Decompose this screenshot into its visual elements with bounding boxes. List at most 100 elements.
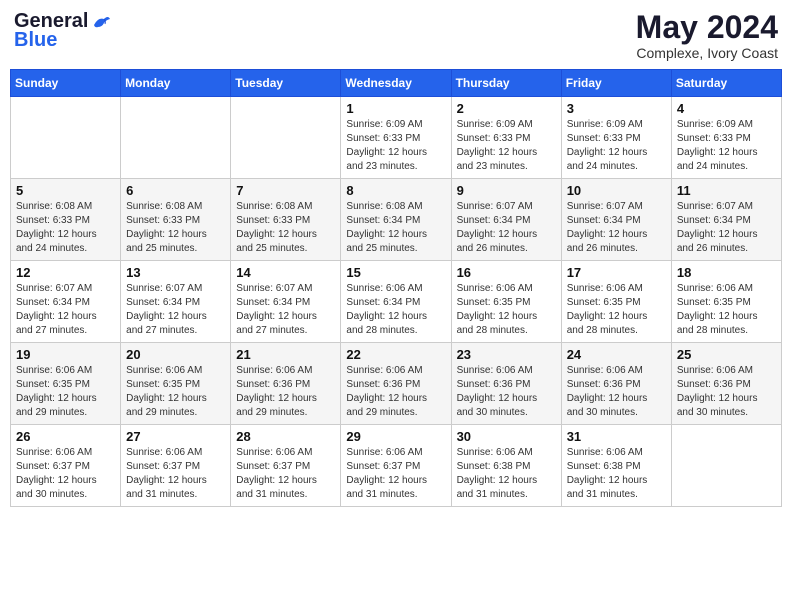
day-info: Sunrise: 6:06 AM Sunset: 6:35 PM Dayligh… bbox=[457, 282, 556, 338]
day-info: Sunrise: 6:06 AM Sunset: 6:37 PM Dayligh… bbox=[236, 446, 335, 502]
day-info: Sunrise: 6:06 AM Sunset: 6:36 PM Dayligh… bbox=[457, 364, 556, 420]
day-number: 22 bbox=[346, 347, 445, 362]
day-number: 3 bbox=[567, 101, 666, 116]
day-info: Sunrise: 6:06 AM Sunset: 6:35 PM Dayligh… bbox=[677, 282, 776, 338]
calendar-cell: 24 Sunrise: 6:06 AM Sunset: 6:36 PM Dayli… bbox=[561, 343, 671, 425]
day-number: 2 bbox=[457, 101, 556, 116]
calendar-cell: 14 Sunrise: 6:07 AM Sunset: 6:34 PM Dayli… bbox=[231, 261, 341, 343]
calendar-cell: 29 Sunrise: 6:06 AM Sunset: 6:37 PM Dayli… bbox=[341, 425, 451, 507]
calendar-cell: 30 Sunrise: 6:06 AM Sunset: 6:38 PM Dayli… bbox=[451, 425, 561, 507]
day-number: 1 bbox=[346, 101, 445, 116]
day-info: Sunrise: 6:09 AM Sunset: 6:33 PM Dayligh… bbox=[457, 118, 556, 174]
day-info: Sunrise: 6:07 AM Sunset: 6:34 PM Dayligh… bbox=[677, 200, 776, 256]
day-number: 6 bbox=[126, 183, 225, 198]
calendar-cell bbox=[231, 97, 341, 179]
day-info: Sunrise: 6:08 AM Sunset: 6:33 PM Dayligh… bbox=[16, 200, 115, 256]
day-info: Sunrise: 6:07 AM Sunset: 6:34 PM Dayligh… bbox=[236, 282, 335, 338]
day-info: Sunrise: 6:06 AM Sunset: 6:37 PM Dayligh… bbox=[346, 446, 445, 502]
calendar-cell: 23 Sunrise: 6:06 AM Sunset: 6:36 PM Dayli… bbox=[451, 343, 561, 425]
calendar-cell: 3 Sunrise: 6:09 AM Sunset: 6:33 PM Daylig… bbox=[561, 97, 671, 179]
location: Complexe, Ivory Coast bbox=[636, 45, 778, 61]
weekday-header-monday: Monday bbox=[121, 70, 231, 97]
calendar-cell: 21 Sunrise: 6:06 AM Sunset: 6:36 PM Dayli… bbox=[231, 343, 341, 425]
day-number: 16 bbox=[457, 265, 556, 280]
weekday-header-wednesday: Wednesday bbox=[341, 70, 451, 97]
weekday-header-tuesday: Tuesday bbox=[231, 70, 341, 97]
day-number: 4 bbox=[677, 101, 776, 116]
day-info: Sunrise: 6:08 AM Sunset: 6:33 PM Dayligh… bbox=[236, 200, 335, 256]
day-number: 18 bbox=[677, 265, 776, 280]
day-info: Sunrise: 6:06 AM Sunset: 6:36 PM Dayligh… bbox=[567, 364, 666, 420]
day-info: Sunrise: 6:06 AM Sunset: 6:36 PM Dayligh… bbox=[236, 364, 335, 420]
calendar-week-row: 19 Sunrise: 6:06 AM Sunset: 6:35 PM Dayli… bbox=[11, 343, 782, 425]
day-number: 25 bbox=[677, 347, 776, 362]
day-number: 27 bbox=[126, 429, 225, 444]
day-number: 29 bbox=[346, 429, 445, 444]
calendar-cell: 1 Sunrise: 6:09 AM Sunset: 6:33 PM Daylig… bbox=[341, 97, 451, 179]
day-info: Sunrise: 6:07 AM Sunset: 6:34 PM Dayligh… bbox=[567, 200, 666, 256]
day-number: 17 bbox=[567, 265, 666, 280]
logo-bird-icon bbox=[90, 11, 112, 33]
calendar-cell: 12Sunrise: 6:07 AM Sunset: 6:34 PM Dayli… bbox=[11, 261, 121, 343]
day-info: Sunrise: 6:06 AM Sunset: 6:38 PM Dayligh… bbox=[567, 446, 666, 502]
day-info: Sunrise: 6:06 AM Sunset: 6:37 PM Dayligh… bbox=[16, 446, 115, 502]
day-number: 21 bbox=[236, 347, 335, 362]
calendar-cell: 10 Sunrise: 6:07 AM Sunset: 6:34 PM Dayli… bbox=[561, 179, 671, 261]
day-number: 8 bbox=[346, 183, 445, 198]
day-number: 11 bbox=[677, 183, 776, 198]
day-info: Sunrise: 6:07 AM Sunset: 6:34 PM Dayligh… bbox=[457, 200, 556, 256]
day-number: 19 bbox=[16, 347, 115, 362]
calendar-cell: 26 Sunrise: 6:06 AM Sunset: 6:37 PM Dayli… bbox=[11, 425, 121, 507]
calendar-cell: 13 Sunrise: 6:07 AM Sunset: 6:34 PM Dayli… bbox=[121, 261, 231, 343]
day-number: 13 bbox=[126, 265, 225, 280]
weekday-header-thursday: Thursday bbox=[451, 70, 561, 97]
day-info: Sunrise: 6:09 AM Sunset: 6:33 PM Dayligh… bbox=[567, 118, 666, 174]
day-number: 9 bbox=[457, 183, 556, 198]
day-number: 26 bbox=[16, 429, 115, 444]
calendar-cell: 17Sunrise: 6:06 AM Sunset: 6:35 PM Dayli… bbox=[561, 261, 671, 343]
weekday-header-row: SundayMondayTuesdayWednesdayThursdayFrid… bbox=[11, 70, 782, 97]
title-block: May 2024 Complexe, Ivory Coast bbox=[636, 10, 778, 61]
calendar-cell: 25Sunrise: 6:06 AM Sunset: 6:36 PM Dayli… bbox=[671, 343, 781, 425]
day-info: Sunrise: 6:06 AM Sunset: 6:38 PM Dayligh… bbox=[457, 446, 556, 502]
calendar-cell: 4 Sunrise: 6:09 AM Sunset: 6:33 PM Daylig… bbox=[671, 97, 781, 179]
calendar-week-row: 26 Sunrise: 6:06 AM Sunset: 6:37 PM Dayli… bbox=[11, 425, 782, 507]
weekday-header-sunday: Sunday bbox=[11, 70, 121, 97]
calendar-cell: 8 Sunrise: 6:08 AM Sunset: 6:34 PM Daylig… bbox=[341, 179, 451, 261]
day-info: Sunrise: 6:06 AM Sunset: 6:35 PM Dayligh… bbox=[16, 364, 115, 420]
day-number: 7 bbox=[236, 183, 335, 198]
day-info: Sunrise: 6:06 AM Sunset: 6:34 PM Dayligh… bbox=[346, 282, 445, 338]
day-info: Sunrise: 6:07 AM Sunset: 6:34 PM Dayligh… bbox=[16, 282, 115, 338]
page-header: General Blue May 2024 Complexe, Ivory Co… bbox=[10, 10, 782, 61]
day-number: 14 bbox=[236, 265, 335, 280]
day-info: Sunrise: 6:09 AM Sunset: 6:33 PM Dayligh… bbox=[677, 118, 776, 174]
calendar-week-row: 12Sunrise: 6:07 AM Sunset: 6:34 PM Dayli… bbox=[11, 261, 782, 343]
calendar-cell: 16 Sunrise: 6:06 AM Sunset: 6:35 PM Dayli… bbox=[451, 261, 561, 343]
calendar-table: SundayMondayTuesdayWednesdayThursdayFrid… bbox=[10, 69, 782, 507]
day-number: 23 bbox=[457, 347, 556, 362]
day-info: Sunrise: 6:06 AM Sunset: 6:36 PM Dayligh… bbox=[346, 364, 445, 420]
month-title: May 2024 bbox=[636, 10, 778, 45]
calendar-cell: 31 Sunrise: 6:06 AM Sunset: 6:38 PM Dayli… bbox=[561, 425, 671, 507]
day-info: Sunrise: 6:08 AM Sunset: 6:34 PM Dayligh… bbox=[346, 200, 445, 256]
day-number: 24 bbox=[567, 347, 666, 362]
day-number: 10 bbox=[567, 183, 666, 198]
calendar-week-row: 1 Sunrise: 6:09 AM Sunset: 6:33 PM Daylig… bbox=[11, 97, 782, 179]
calendar-cell bbox=[11, 97, 121, 179]
calendar-cell: 6 Sunrise: 6:08 AM Sunset: 6:33 PM Daylig… bbox=[121, 179, 231, 261]
calendar-cell: 18 Sunrise: 6:06 AM Sunset: 6:35 PM Dayli… bbox=[671, 261, 781, 343]
day-info: Sunrise: 6:07 AM Sunset: 6:34 PM Dayligh… bbox=[126, 282, 225, 338]
calendar-cell: 2 Sunrise: 6:09 AM Sunset: 6:33 PM Daylig… bbox=[451, 97, 561, 179]
calendar-cell: 22 Sunrise: 6:06 AM Sunset: 6:36 PM Dayli… bbox=[341, 343, 451, 425]
calendar-week-row: 5Sunrise: 6:08 AM Sunset: 6:33 PM Daylig… bbox=[11, 179, 782, 261]
weekday-header-friday: Friday bbox=[561, 70, 671, 97]
calendar-cell: 7 Sunrise: 6:08 AM Sunset: 6:33 PM Daylig… bbox=[231, 179, 341, 261]
calendar-cell: 5Sunrise: 6:08 AM Sunset: 6:33 PM Daylig… bbox=[11, 179, 121, 261]
calendar-cell: 11 Sunrise: 6:07 AM Sunset: 6:34 PM Dayli… bbox=[671, 179, 781, 261]
day-info: Sunrise: 6:06 AM Sunset: 6:37 PM Dayligh… bbox=[126, 446, 225, 502]
calendar-cell: 15Sunrise: 6:06 AM Sunset: 6:34 PM Dayli… bbox=[341, 261, 451, 343]
day-number: 31 bbox=[567, 429, 666, 444]
day-number: 30 bbox=[457, 429, 556, 444]
day-info: Sunrise: 6:09 AM Sunset: 6:33 PM Dayligh… bbox=[346, 118, 445, 174]
day-info: Sunrise: 6:08 AM Sunset: 6:33 PM Dayligh… bbox=[126, 200, 225, 256]
